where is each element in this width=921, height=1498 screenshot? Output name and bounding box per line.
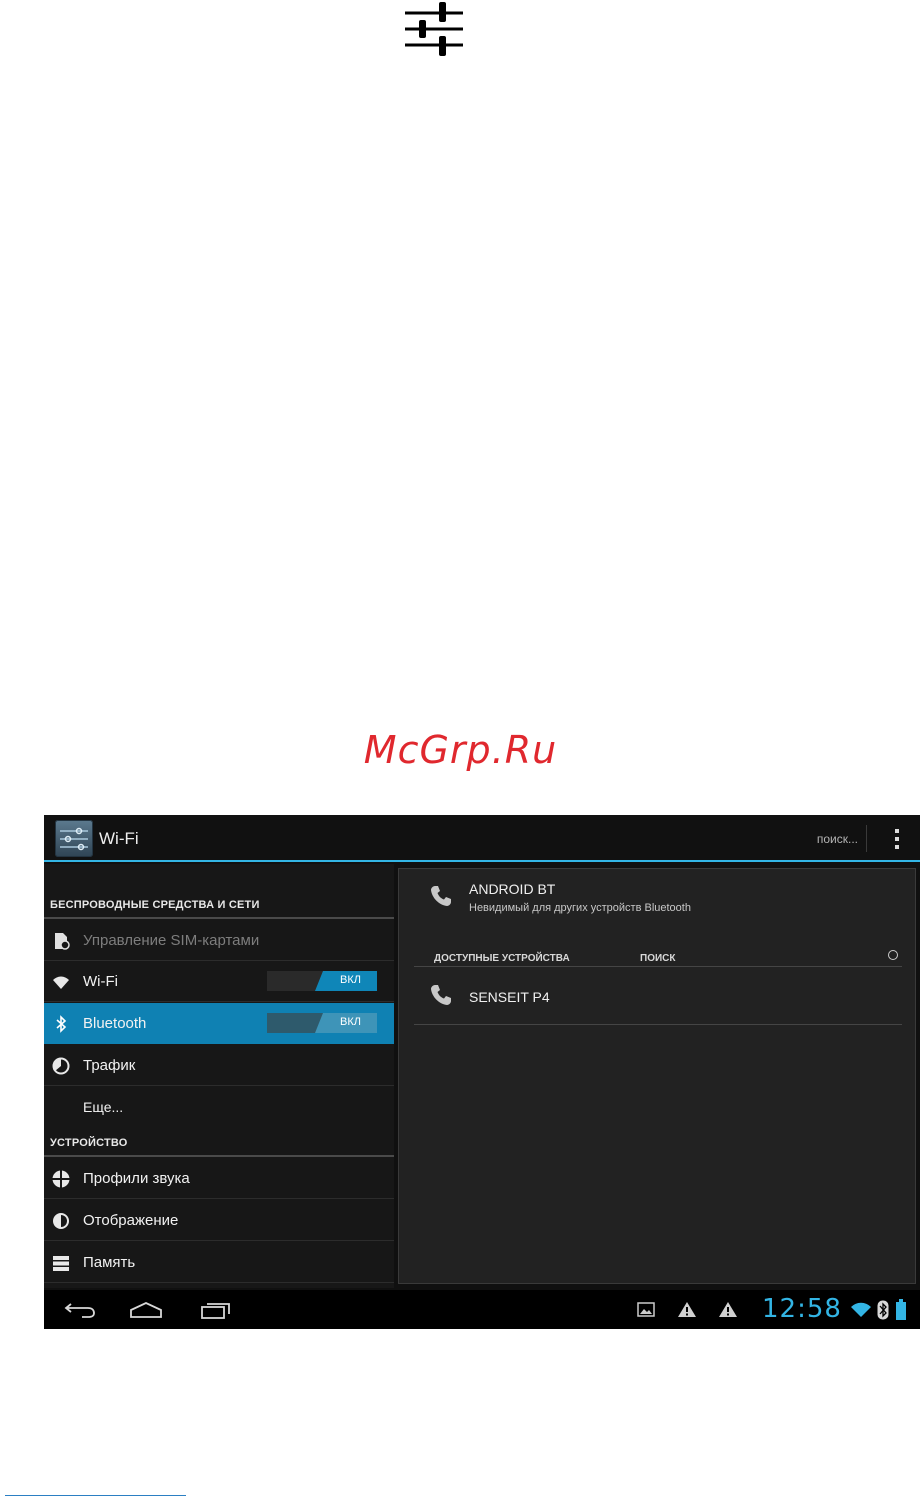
divider — [414, 1024, 902, 1025]
toggle-label: ВКЛ — [340, 974, 361, 986]
sidebar-item-traffic[interactable]: Трафик — [44, 1045, 394, 1086]
home-icon[interactable] — [129, 1302, 163, 1318]
action-divider — [866, 825, 867, 852]
search-button[interactable]: поиск... — [817, 832, 858, 846]
system-bar: 12:58 — [44, 1290, 920, 1329]
footer-divider — [5, 1495, 186, 1496]
section-header-device: УСТРОЙСТВО — [50, 1137, 128, 1149]
action-bar: Wi-Fi поиск... — [44, 815, 920, 862]
settings-sliders-icon — [405, 2, 463, 56]
sidebar-item-more[interactable]: Еще... — [44, 1087, 394, 1128]
wifi-toggle[interactable]: ВКЛ — [267, 971, 377, 991]
data-usage-icon — [52, 1057, 70, 1075]
sidebar-item-label: Bluetooth — [83, 1015, 147, 1032]
sim-card-icon — [55, 933, 70, 950]
bluetooth-panel: ANDROID BT Невидимый для других устройст… — [398, 868, 916, 1284]
sidebar-item-label: Отображение — [83, 1212, 179, 1229]
divider — [414, 966, 902, 967]
sidebar-item-label: Управление SIM-картами — [83, 932, 260, 949]
search-devices-button[interactable]: ПОИСК — [640, 953, 675, 964]
sidebar-item-label: Трафик — [83, 1057, 136, 1074]
wifi-icon — [53, 976, 69, 989]
sidebar-item-display[interactable]: Отображение — [44, 1200, 394, 1241]
divider — [44, 917, 394, 919]
bluetooth-icon — [877, 1300, 889, 1320]
phone-icon — [431, 886, 451, 906]
bluetooth-icon — [56, 1015, 67, 1033]
watermark: McGrp.Ru — [363, 728, 558, 772]
visibility-status: Невидимый для других устройств Bluetooth — [469, 902, 691, 914]
sidebar-item-label: Еще... — [83, 1099, 124, 1115]
sidebar-item-label: Профили звука — [83, 1170, 190, 1187]
sidebar-item-bluetooth[interactable]: Bluetooth ВКЛ — [44, 1003, 394, 1044]
bluetooth-toggle[interactable]: ВКЛ — [267, 1013, 377, 1033]
wifi-signal-icon — [851, 1302, 871, 1317]
gallery-icon[interactable] — [637, 1302, 655, 1317]
storage-icon — [53, 1256, 69, 1271]
display-icon — [53, 1213, 69, 1229]
clock[interactable]: 12:58 — [762, 1294, 842, 1324]
sidebar-item-label: Память — [83, 1254, 136, 1271]
sidebar-item-sim[interactable]: Управление SIM-картами — [44, 920, 394, 961]
settings-list: БЕСПРОВОДНЫЕ СРЕДСТВА И СЕТИ Управление … — [44, 864, 394, 1288]
overflow-menu-icon[interactable] — [894, 829, 900, 849]
device-screenshot: Wi-Fi поиск... БЕСПРОВОДНЫЕ СРЕДСТВА И С… — [44, 815, 920, 1329]
section-header-wireless: БЕСПРОВОДНЫЕ СРЕДСТВА И СЕТИ — [50, 899, 260, 911]
sidebar-item-storage[interactable]: Память — [44, 1242, 394, 1283]
sidebar-item-sound[interactable]: Профили звука — [44, 1158, 394, 1199]
phone-icon — [431, 985, 451, 1005]
recents-icon[interactable] — [200, 1301, 232, 1319]
battery-icon — [896, 1299, 906, 1320]
settings-app-icon[interactable] — [55, 820, 93, 857]
this-device-name[interactable]: ANDROID BT — [469, 881, 555, 897]
device-list-item[interactable]: SENSEIT P4 — [469, 989, 550, 1005]
toggle-label: ВКЛ — [340, 1016, 361, 1028]
sidebar-item-label: Wi-Fi — [83, 973, 118, 990]
progress-spinner — [888, 950, 898, 960]
warning-icon[interactable] — [677, 1301, 697, 1318]
warning-icon[interactable] — [718, 1301, 738, 1318]
page-title: Wi-Fi — [99, 829, 139, 848]
available-devices-header: ДОСТУПНЫЕ УСТРОЙСТВА — [434, 953, 570, 964]
sidebar-item-wifi[interactable]: Wi-Fi ВКЛ — [44, 961, 394, 1002]
sound-icon — [52, 1170, 70, 1188]
back-icon[interactable] — [64, 1302, 96, 1318]
divider — [44, 1155, 394, 1157]
